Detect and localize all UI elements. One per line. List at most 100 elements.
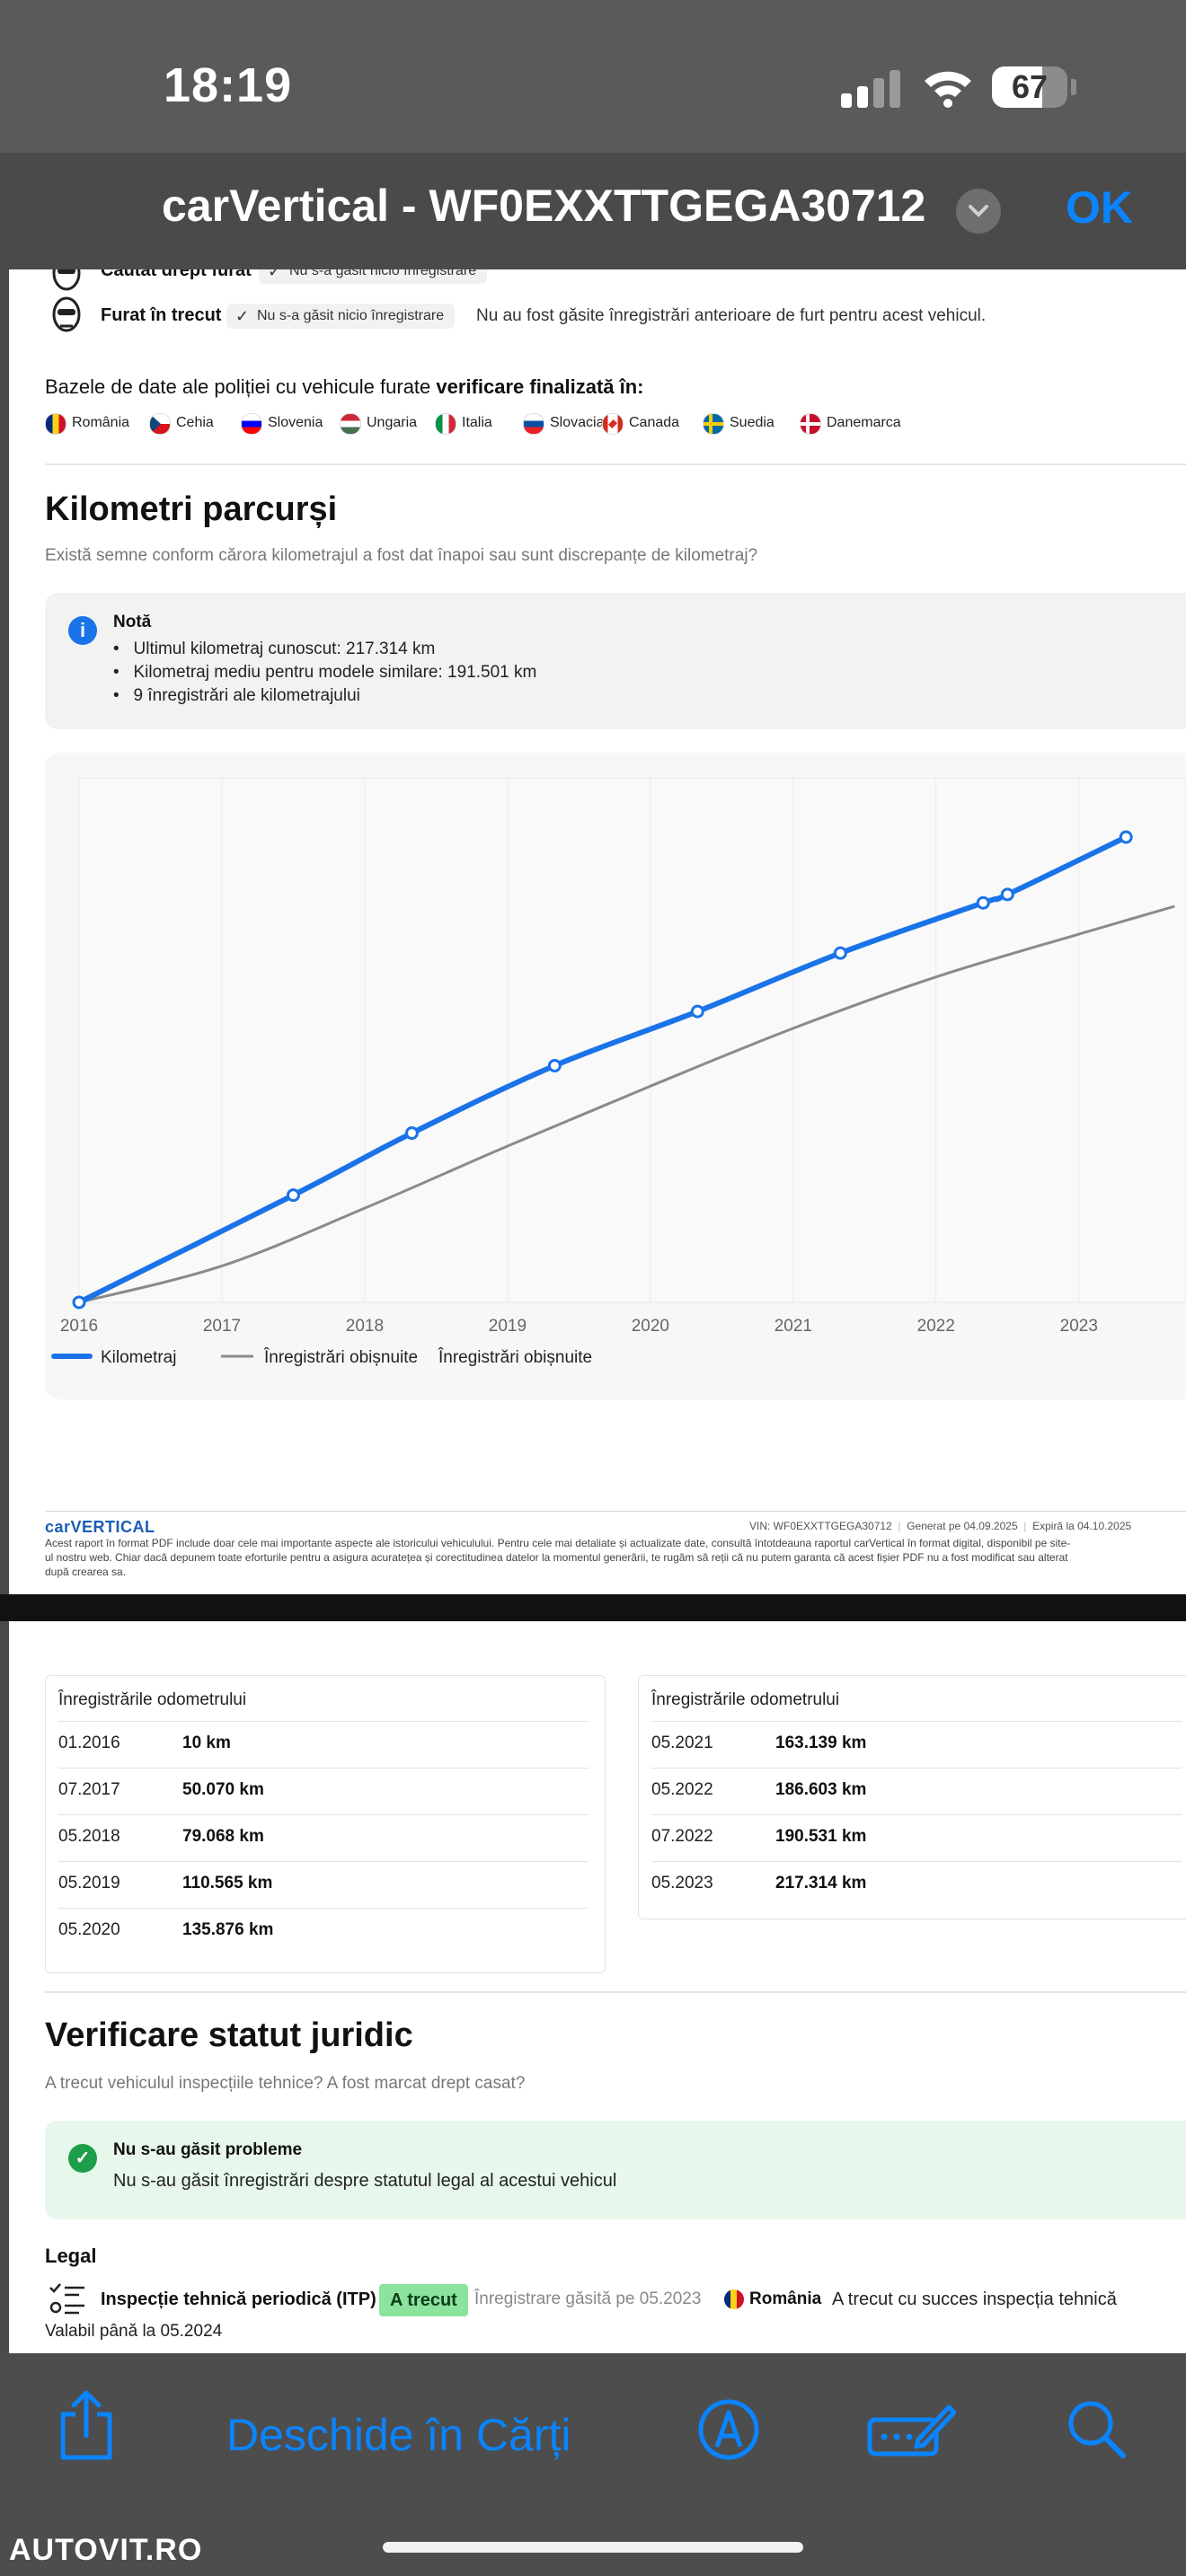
battery-tip bbox=[1071, 79, 1076, 95]
document-title[interactable]: carVertical - WF0EXXTTGEGA30712 bbox=[162, 180, 925, 232]
table-row-divider bbox=[651, 1721, 1182, 1722]
odometer-date: 05.2018 bbox=[58, 1827, 120, 1846]
itp-found-date: Înregistrare găsită pe 05.2023 bbox=[474, 2289, 702, 2308]
table-row-divider bbox=[651, 1768, 1182, 1769]
divider bbox=[45, 1991, 1186, 1993]
footer-disclaimer: Acest raport în format PDF include doar … bbox=[45, 1536, 1186, 1579]
mileage-chart: 2016 2017 2018 2019 2020 2021 2022 2023 Kilometr… bbox=[51, 777, 1186, 1367]
note-item-text: Ultimul kilometraj cunoscut: 217.314 km bbox=[133, 640, 436, 658]
flag-icon bbox=[703, 413, 724, 435]
checklist-icon bbox=[49, 2283, 84, 2315]
disclaimer-line: Acest raport în format PDF include doar … bbox=[45, 1537, 1071, 1549]
ok-button[interactable]: OK bbox=[1066, 181, 1133, 234]
odometer-value: 163.139 km bbox=[775, 1734, 867, 1752]
title-menu-button[interactable] bbox=[956, 189, 1001, 234]
data-point bbox=[547, 1058, 562, 1072]
data-point bbox=[690, 1004, 704, 1019]
odometer-date: 05.2020 bbox=[58, 1920, 120, 1939]
autovit-watermark: AUTOVIT.RO bbox=[9, 2533, 203, 2567]
plot-area bbox=[78, 777, 1186, 1303]
mileage-title: Kilometri parcurși bbox=[45, 490, 338, 528]
odometer-table-right: Înregistrările odometrului 05.2021 163.13… bbox=[638, 1675, 1186, 1919]
odometer-table-title: Înregistrările odometrului bbox=[58, 1690, 247, 1709]
x-tick-label: 2021 bbox=[774, 1317, 812, 1336]
legend-label-mileage: Kilometraj bbox=[101, 1348, 176, 1367]
open-in-books-button[interactable]: Deschide în Cărți bbox=[226, 2409, 571, 2461]
data-point bbox=[1119, 830, 1133, 844]
country-label: Danemarca bbox=[827, 415, 901, 430]
data-point bbox=[72, 1295, 86, 1310]
flag-icon bbox=[45, 413, 66, 435]
odometer-value: 110.565 km bbox=[182, 1874, 273, 1892]
itp-country: România bbox=[749, 2289, 822, 2308]
thief-mask-icon bbox=[52, 296, 81, 332]
battery-icon: 67 bbox=[992, 66, 1067, 108]
thief-mask-icon bbox=[52, 269, 81, 291]
share-button[interactable] bbox=[58, 2389, 115, 2461]
pdf-page-2: Înregistrările odometrului 01.2016 10 km 0… bbox=[9, 1621, 1186, 2353]
markup-button[interactable] bbox=[697, 2398, 760, 2461]
legal-section-label: Legal bbox=[45, 2245, 97, 2267]
pdf-page-1: Căutat drept furat ✓ Nu s-a găsit nicio î… bbox=[9, 269, 1186, 1594]
odometer-date: 05.2022 bbox=[651, 1780, 713, 1799]
flag-icon bbox=[149, 413, 171, 435]
x-tick-label: 2019 bbox=[489, 1317, 527, 1336]
odometer-date: 07.2022 bbox=[651, 1827, 713, 1846]
odometer-date: 07.2017 bbox=[58, 1780, 120, 1799]
police-db-text-plain: Bazele de date ale poliției cu vehicule … bbox=[45, 375, 437, 398]
disclaimer-line: după crearea sa. bbox=[45, 1566, 127, 1578]
odometer-date: 05.2021 bbox=[651, 1734, 713, 1752]
stolen-past-label: Furat în trecut bbox=[101, 305, 222, 325]
data-point bbox=[404, 1126, 419, 1141]
itp-label: Inspecție tehnică periodică (ITP) bbox=[101, 2289, 376, 2309]
data-point bbox=[833, 946, 847, 960]
table-row-divider bbox=[58, 1814, 589, 1815]
cellular-signal-icon bbox=[841, 70, 900, 108]
note-box: i Notă • Ultimul kilometraj cunoscut: 21… bbox=[45, 593, 1186, 729]
stolen-search-chip-text: Nu s-a găsit nicio înregistrare bbox=[289, 269, 477, 278]
country-label: Ungaria bbox=[367, 415, 418, 430]
table-row-divider bbox=[58, 1861, 589, 1862]
note-item: • Kilometraj mediu pentru modele similar… bbox=[113, 663, 537, 682]
odometer-value: 135.876 km bbox=[182, 1920, 274, 1939]
note-item-text: 9 înregistrări ale kilometrajului bbox=[133, 686, 360, 705]
legal-ok-box: ✓ Nu s-au găsit probleme Nu s-au găsit î… bbox=[45, 2121, 1186, 2219]
country-label: România bbox=[72, 415, 130, 430]
flag-icon bbox=[800, 413, 821, 435]
flag-icon bbox=[241, 413, 262, 435]
footer-meta: VIN: WF0EXXTTGEGA30712 | Generat pe 04.0… bbox=[749, 1520, 1132, 1532]
info-icon: i bbox=[68, 616, 97, 645]
stolen-search-label: Căutat drept furat bbox=[101, 269, 252, 280]
country-label: Slovacia bbox=[550, 415, 605, 430]
home-indicator[interactable] bbox=[383, 2542, 803, 2553]
police-db-text: Bazele de date ale poliției cu vehicule … bbox=[45, 375, 644, 399]
x-tick-label: 2016 bbox=[60, 1317, 98, 1336]
legal-ok-text: Nu s-au găsit înregistrări despre statut… bbox=[113, 2171, 617, 2191]
odometer-date: 01.2016 bbox=[58, 1734, 120, 1752]
chart-card: 2016 2017 2018 2019 2020 2021 2022 2023 Kilometr… bbox=[45, 753, 1186, 1399]
stolen-past-note: Nu au fost găsite înregistrări anterioar… bbox=[476, 306, 987, 325]
data-point bbox=[286, 1188, 300, 1203]
police-db-text-bold: verificare finalizată în: bbox=[436, 375, 644, 398]
disclaimer-line: ul nostru web. Chiar dacă depunem toate … bbox=[45, 1551, 1068, 1564]
table-row-divider bbox=[58, 1721, 589, 1722]
x-tick-label: 2017 bbox=[203, 1317, 241, 1336]
x-tick-label: 2018 bbox=[346, 1317, 384, 1336]
odometer-table-left: Înregistrările odometrului 01.2016 10 km 0… bbox=[45, 1675, 606, 1973]
status-bar: 18:19 67 carVertical - WF0EXXTTGEGA30712… bbox=[0, 0, 1186, 234]
itp-valid-until: Valabil până la 05.2024 bbox=[45, 2322, 223, 2341]
odometer-value: 190.531 km bbox=[775, 1827, 867, 1846]
fill-sign-button[interactable] bbox=[866, 2398, 956, 2461]
odometer-table-title: Înregistrările odometrului bbox=[651, 1690, 840, 1709]
wifi-icon bbox=[925, 71, 971, 108]
footer-divider bbox=[45, 1511, 1186, 1512]
data-point bbox=[1000, 887, 1014, 902]
stolen-past-chip: ✓ Nu s-a găsit nicio înregistrare bbox=[226, 304, 456, 329]
legal-title: Verificare statut juridic bbox=[45, 2016, 413, 2054]
legend-label-extra: Înregistrări obișnuite bbox=[438, 1347, 592, 1367]
note-item-text: Kilometraj mediu pentru modele similare:… bbox=[133, 663, 537, 682]
country-label: Slovenia bbox=[268, 415, 323, 430]
legend-label-average: Înregistrări obișnuite bbox=[263, 1347, 418, 1367]
note-item: • Ultimul kilometraj cunoscut: 217.314 k… bbox=[113, 640, 436, 658]
search-button[interactable] bbox=[1066, 2398, 1128, 2461]
